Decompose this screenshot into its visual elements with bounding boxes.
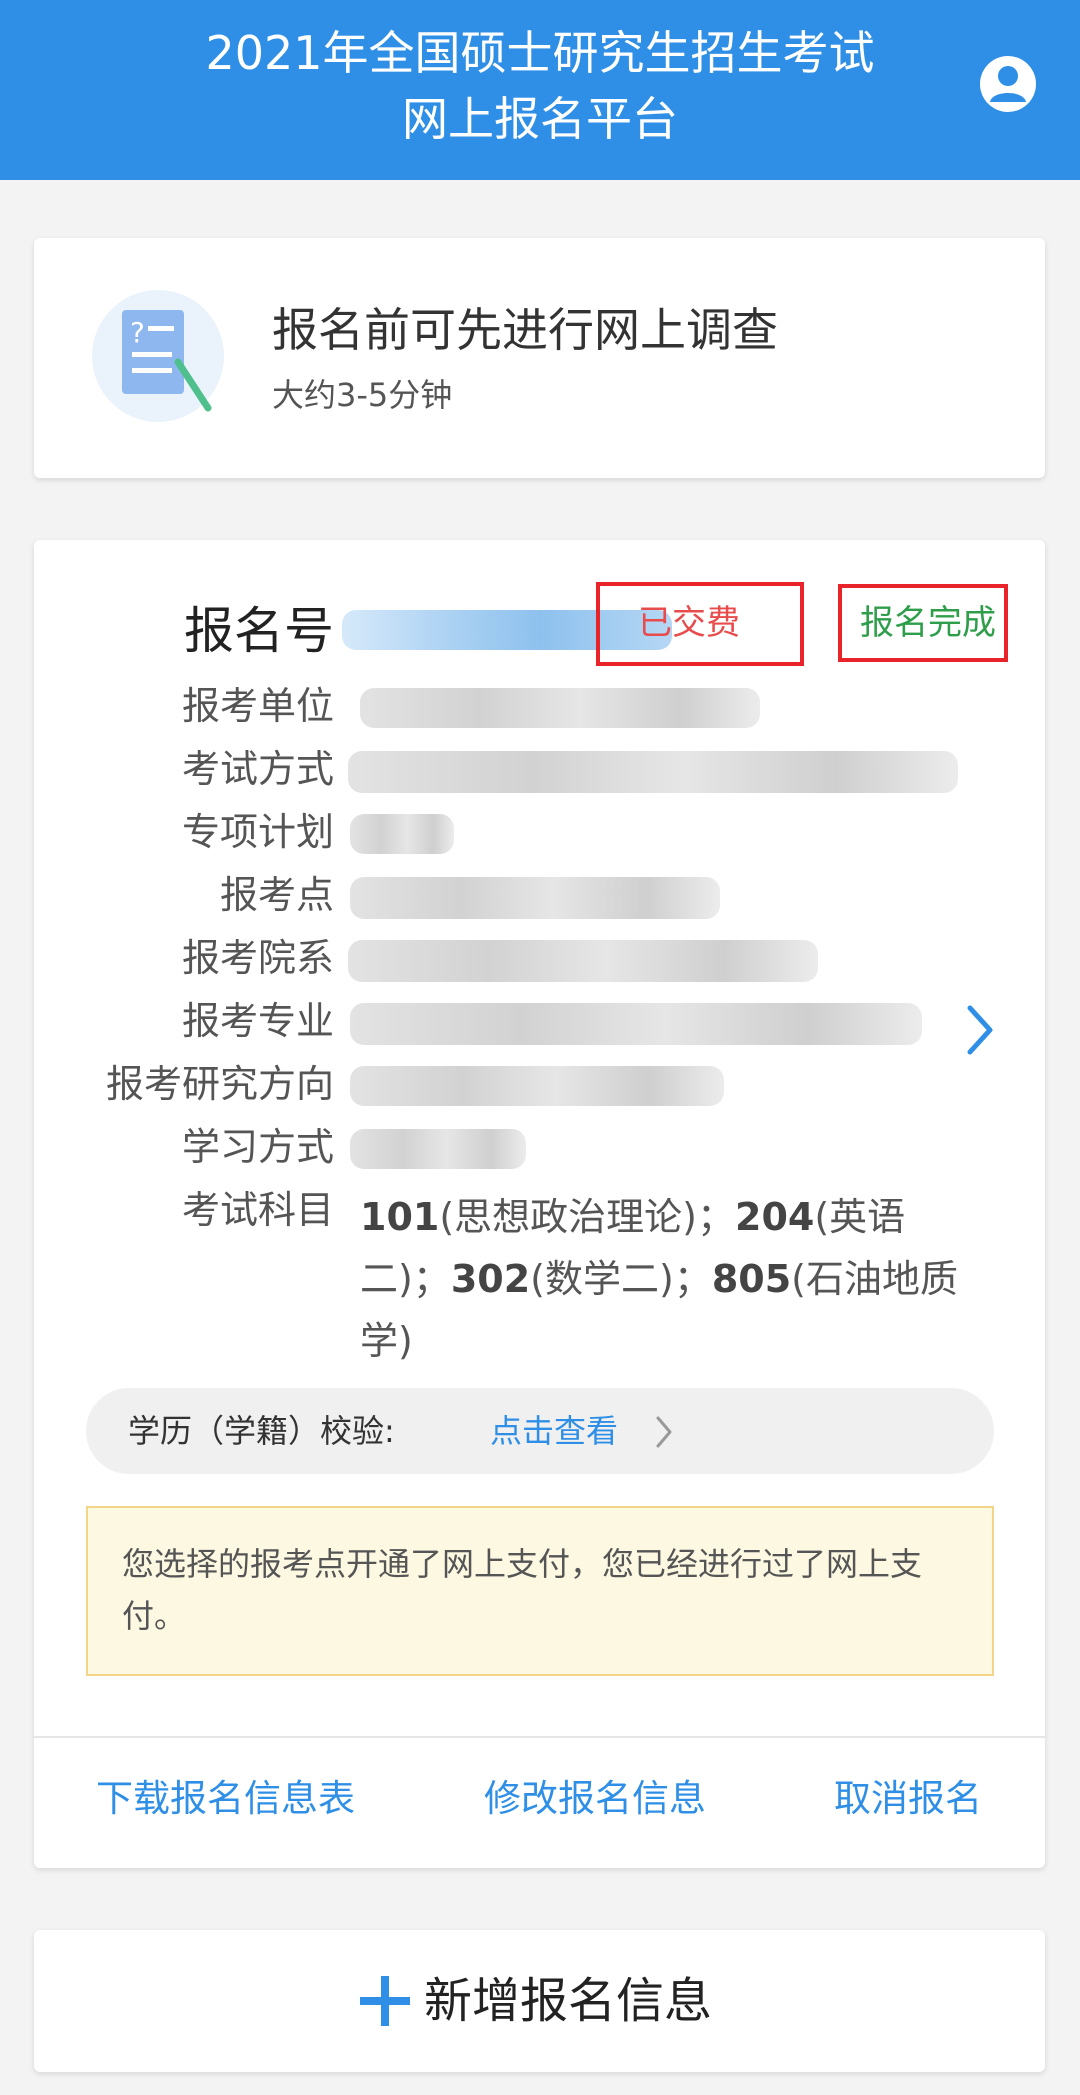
payment-notice: 您选择的报考点开通了网上支付，您已经进行过了网上支付。 xyxy=(86,1506,994,1676)
subject-name: (思想政治理论) xyxy=(439,1195,697,1239)
subject-name: (数学二) xyxy=(530,1257,674,1301)
subject-code: 302 xyxy=(450,1257,531,1301)
divider xyxy=(34,1736,1045,1738)
field-value-redacted xyxy=(350,877,720,919)
subject-separator: ； xyxy=(412,1257,451,1301)
registration-status-badge: 报名完成 xyxy=(838,584,1008,662)
page-title-line2: 网上报名平台 xyxy=(402,92,678,146)
field-value-redacted xyxy=(350,1129,526,1169)
svg-text:?: ? xyxy=(130,316,145,349)
page-title-line1: 2021年全国硕士研究生招生考试 xyxy=(205,26,875,80)
field-label-exam-site: 报考点 xyxy=(219,873,334,917)
user-avatar-icon[interactable] xyxy=(980,56,1036,112)
field-label-major: 报考专业 xyxy=(181,999,334,1043)
field-value-redacted xyxy=(350,1066,724,1106)
field-value-redacted xyxy=(348,751,958,793)
app-header: 2021年全国硕士研究生招生考试 网上报名平台 xyxy=(0,0,1080,180)
payment-status-badge: 已交费 xyxy=(596,582,804,666)
edit-info-button[interactable]: 修改报名信息 xyxy=(484,1770,706,1828)
field-value-redacted xyxy=(350,814,454,854)
field-label-department: 报考院系 xyxy=(181,936,334,980)
field-label-subjects: 考试科目 xyxy=(181,1188,334,1232)
page-title: 2021年全国硕士研究生招生考试 网上报名平台 xyxy=(0,20,1080,152)
field-value-redacted xyxy=(360,688,760,728)
field-label-study-mode: 学习方式 xyxy=(181,1125,334,1169)
add-registration-label: 新增报名信息 xyxy=(424,1973,713,2029)
subject-separator: ； xyxy=(696,1195,735,1239)
survey-card[interactable]: ? 报名前可先进行网上调查 大约3-5分钟 xyxy=(34,238,1045,478)
plus-icon xyxy=(360,1976,410,2026)
download-info-button[interactable]: 下载报名信息表 xyxy=(96,1770,355,1828)
field-label-unit: 报考单位 xyxy=(181,684,334,728)
registration-card: 报名号 已交费 报名完成 报考单位 考试方式 专项计划 报考点 报考院系 报考专… xyxy=(34,540,1045,1868)
chevron-right-icon[interactable] xyxy=(960,1000,1000,1060)
subject-code: 805 xyxy=(711,1257,792,1301)
education-verify-row[interactable]: 学历（学籍）校验: 点击查看 xyxy=(86,1388,994,1474)
chevron-right-small-icon xyxy=(652,1412,676,1456)
field-value-redacted xyxy=(350,1003,922,1045)
survey-duration: 大约3-5分钟 xyxy=(272,376,453,414)
field-label-special-plan: 专项计划 xyxy=(181,810,334,854)
cancel-registration-button[interactable]: 取消报名 xyxy=(834,1770,982,1828)
field-label-research-direction: 报考研究方向 xyxy=(105,1062,334,1106)
subject-code: 101 xyxy=(360,1195,440,1239)
add-registration-button[interactable]: 新增报名信息 xyxy=(34,1930,1045,2072)
survey-title: 报名前可先进行网上调查 xyxy=(272,303,778,357)
subject-code: 204 xyxy=(735,1195,815,1239)
field-value-redacted xyxy=(348,940,818,982)
education-verify-label: 学历（学籍）校验: xyxy=(128,1412,395,1450)
education-verify-link[interactable]: 点击查看 xyxy=(490,1404,618,1458)
registration-number-label: 报名号 xyxy=(184,602,334,660)
subjects-value: 101(思想政治理论)；204(英语二)；302(数学二)；805(石油地质学) xyxy=(360,1186,960,1372)
field-label-exam-mode: 考试方式 xyxy=(181,747,334,791)
survey-document-icon: ? xyxy=(92,290,224,422)
subject-separator: ； xyxy=(673,1257,712,1301)
